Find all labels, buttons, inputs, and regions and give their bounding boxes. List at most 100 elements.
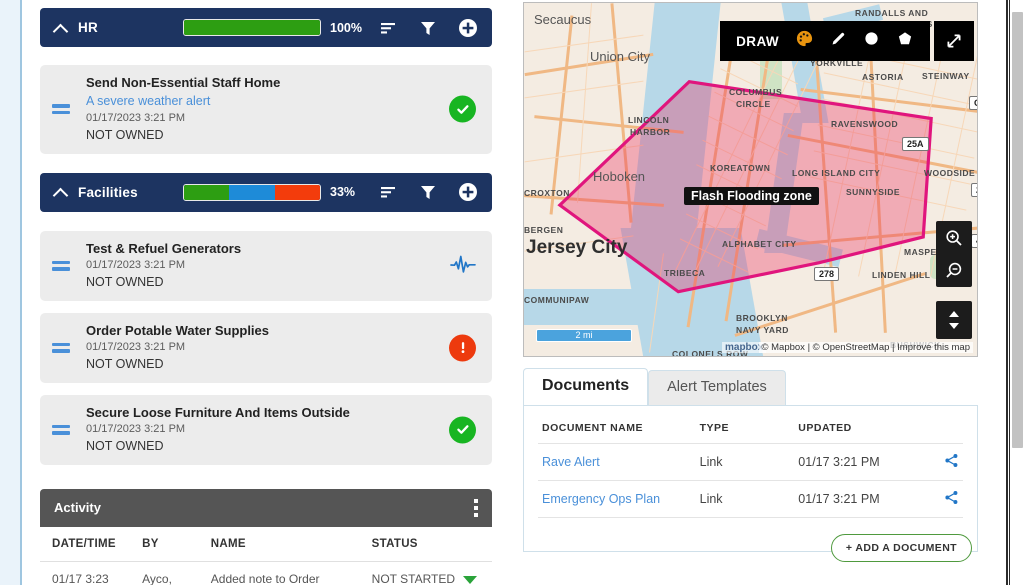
map-zoom-controls[interactable]	[936, 221, 972, 287]
circle-icon[interactable]	[863, 30, 880, 52]
document-name-link[interactable]: Rave Alert	[538, 443, 696, 481]
highway-shield: 25A	[902, 137, 929, 151]
map-label: COMMUNIPAW	[524, 295, 590, 305]
kebab-menu-icon[interactable]	[474, 496, 478, 520]
page-scrollbar[interactable]	[1009, 0, 1024, 585]
map-label: WOODSIDE	[924, 168, 976, 178]
drag-handle-icon[interactable]	[52, 421, 72, 438]
progress-percent: 100%	[330, 20, 362, 35]
highway-shield: 278	[814, 267, 840, 281]
column-header-document-name[interactable]: DOCUMENT NAME	[538, 414, 696, 444]
column-header-type[interactable]: TYPE	[696, 414, 795, 444]
task-card[interactable]: Send Non-Essential Staff Home A severe w…	[40, 65, 492, 154]
add-document-button[interactable]: + ADD A DOCUMENT	[830, 534, 972, 562]
progress-bar-hr	[183, 19, 321, 36]
add-icon[interactable]	[458, 18, 478, 38]
task-title: Secure Loose Furniture And Items Outside	[86, 404, 350, 420]
tab-alert-templates[interactable]: Alert Templates	[648, 370, 786, 405]
palette-icon[interactable]	[795, 29, 814, 53]
map-label: LINCOLN	[628, 115, 670, 125]
task-card[interactable]: Order Potable Water Supplies 01/17/2023 …	[40, 312, 492, 383]
task-card[interactable]: Secure Loose Furniture And Items Outside…	[40, 394, 492, 465]
task-group-title: Facilities	[78, 184, 138, 200]
polygon-icon[interactable]	[896, 30, 914, 53]
table-header-row: DOCUMENT NAME TYPE UPDATED	[538, 414, 963, 444]
document-name-link[interactable]: Emergency Ops Plan	[538, 480, 696, 518]
column-header-actions	[928, 414, 963, 444]
progress-area: 100%	[183, 19, 364, 36]
task-card[interactable]: Test & Refuel Generators 01/17/2023 3:21…	[40, 230, 492, 301]
map-label: LINDEN HILL	[872, 270, 931, 280]
map-attribution[interactable]: © Mapbox | © OpenStreetMap | Improve thi…	[758, 342, 973, 353]
pulse-icon[interactable]	[450, 252, 476, 279]
drag-handle-icon[interactable]	[52, 101, 72, 118]
map-label: RANDALLS AND	[855, 8, 929, 18]
share-icon[interactable]	[928, 480, 963, 518]
tilt-compass-icon[interactable]	[936, 301, 972, 339]
right-divider	[1006, 0, 1008, 585]
drag-handle-icon[interactable]	[52, 257, 72, 274]
zoom-out-icon[interactable]	[936, 254, 972, 287]
cell-status: NOT STARTED	[359, 561, 492, 585]
collapse-chevron-icon[interactable]	[54, 21, 68, 35]
scrollbar-thumb[interactable]	[1012, 12, 1023, 448]
add-icon[interactable]	[458, 182, 478, 202]
flood-zone-label: Flash Flooding zone	[684, 187, 819, 205]
expand-icon[interactable]	[934, 21, 974, 61]
cell-updated: 01/17 3:21 PM	[794, 480, 929, 518]
draw-toolbar[interactable]: DRAW	[720, 21, 930, 61]
share-icon[interactable]	[928, 443, 963, 481]
task-subtitle[interactable]: A severe weather alert	[86, 92, 436, 111]
table-row[interactable]: 01/17 3:23 PM Ayco, Crystal Added note t…	[40, 561, 492, 585]
map-widget[interactable]: Secaucus Union City Hoboken Jersey City …	[523, 2, 978, 357]
documents-card: Documents Alert Templates DOCUMENT NAME …	[523, 368, 978, 562]
check-circle-icon[interactable]	[449, 95, 476, 123]
map-label: Secaucus	[534, 12, 592, 27]
task-ownership: NOT OWNED	[86, 128, 164, 143]
map-label: ASTORIA	[862, 72, 904, 82]
task-group-title: HR	[78, 20, 98, 35]
column-header-by[interactable]: BY	[130, 526, 199, 562]
table-row[interactable]: Emergency Ops Plan Link 01/17 3:21 PM	[538, 480, 963, 518]
map-label: SUNNYSIDE	[846, 187, 901, 197]
column-header-datetime[interactable]: DATE/TIME	[40, 526, 131, 562]
sort-icon[interactable]	[378, 182, 398, 202]
right-column: Secaucus Union City Hoboken Jersey City …	[520, 0, 984, 585]
activity-panel: Activity DATE/TIME BY NAME STATUS 01/17 …	[40, 488, 492, 585]
sort-icon[interactable]	[378, 18, 398, 38]
column-header-updated[interactable]: UPDATED	[794, 414, 928, 444]
map-label: Hoboken	[593, 169, 646, 184]
activity-table: DATE/TIME BY NAME STATUS 01/17 3:23 PM A…	[40, 526, 492, 585]
pencil-icon[interactable]	[830, 30, 847, 52]
map-label: RAVENSWOOD	[831, 119, 899, 129]
filter-icon[interactable]	[418, 182, 438, 202]
cell-updated: 01/17 3:21 PM	[794, 443, 929, 481]
map-label: LONG ISLAND CITY	[792, 168, 881, 178]
column-header-name[interactable]: NAME	[198, 526, 360, 562]
tab-documents[interactable]: Documents	[523, 368, 649, 405]
table-row[interactable]: Rave Alert Link 01/17 3:21 PM	[538, 443, 963, 481]
collapse-chevron-icon[interactable]	[54, 185, 68, 199]
draw-label: DRAW	[736, 33, 779, 49]
map-label: BROOKLYN	[736, 313, 788, 323]
task-ownership: NOT OWNED	[86, 439, 164, 454]
map-label: TRIBECA	[664, 268, 706, 278]
zoom-in-icon[interactable]	[936, 221, 972, 254]
table-header-row: DATE/TIME BY NAME STATUS	[40, 526, 492, 562]
activity-header: Activity	[40, 488, 492, 527]
task-group-header-facilities[interactable]: Facilities 33%	[40, 172, 492, 212]
cell-name: Added note to Order potable water suppli…	[198, 561, 360, 585]
task-title: Test & Refuel Generators	[86, 240, 242, 256]
expand-row-icon[interactable]	[463, 575, 478, 584]
cell-type: Link	[695, 443, 795, 481]
left-gutter	[0, 0, 22, 585]
column-header-status[interactable]: STATUS	[359, 526, 492, 562]
map-label: CROXTON	[524, 188, 570, 198]
drag-handle-icon[interactable]	[52, 339, 72, 356]
highway-shield: 49	[971, 234, 977, 248]
task-group-header-hr[interactable]: HR 100%	[40, 8, 492, 47]
alert-circle-icon[interactable]	[449, 334, 476, 362]
tasks-column: HR 100% Send Non-Essential Staff Home A …	[24, 0, 508, 585]
filter-icon[interactable]	[418, 18, 438, 38]
check-circle-icon[interactable]	[449, 416, 476, 444]
